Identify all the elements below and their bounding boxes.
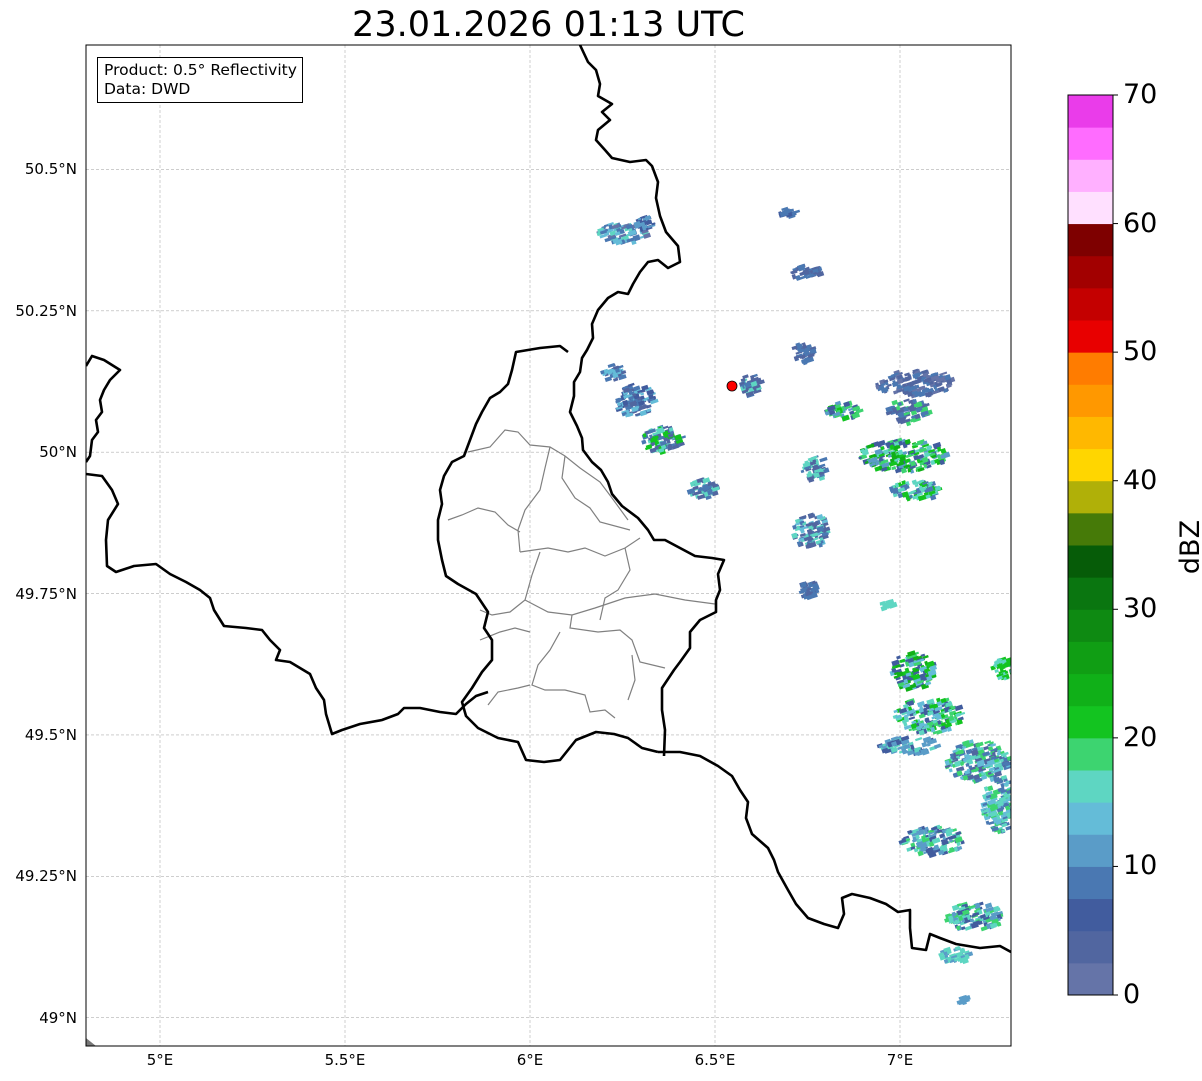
echo-cell [908, 716, 916, 721]
echo-cell [877, 439, 886, 447]
echo-cell [987, 821, 995, 826]
echo-cell [866, 443, 875, 450]
echo-cell [1010, 806, 1011, 812]
colorbar-swatch [1068, 834, 1113, 867]
lat-tick-label: 49.25°N [15, 867, 77, 886]
product-label: Product: 0.5° Reflectivity [104, 61, 297, 79]
colorbar-swatch [1068, 962, 1113, 996]
echo-cell [948, 768, 953, 773]
colorbar-swatch [1068, 641, 1113, 675]
colorbar-swatch [1068, 802, 1113, 835]
data-source-label: Data: DWD [104, 80, 191, 98]
colorbar-swatch [1068, 705, 1113, 739]
echo-cell [983, 745, 989, 751]
radar-site-marker [726, 380, 738, 392]
colorbar-swatch [1068, 770, 1113, 803]
colorbar-swatch [1068, 898, 1113, 932]
colorbar-swatch [1068, 352, 1113, 385]
colorbar-swatch [1068, 416, 1113, 450]
echo-cell [1005, 825, 1011, 831]
lat-tick-label: 49.75°N [15, 584, 77, 603]
echo-cell [807, 512, 815, 519]
info-box: Product: 0.5° Reflectivity Data: DWD [97, 57, 303, 103]
lat-tick-label: 50.5°N [24, 160, 77, 179]
colorbar-swatch [1068, 545, 1113, 578]
echo-cell [899, 658, 906, 664]
colorbar-swatch [1068, 95, 1113, 128]
colorbar-swatch [1068, 737, 1113, 771]
echo-cell [603, 224, 609, 228]
colorbar-swatch [1068, 191, 1113, 225]
colorbar-tick-label: 40 [1123, 464, 1158, 496]
country-borders [86, 45, 1011, 954]
echo-cell [662, 425, 669, 430]
colorbar-swatch [1068, 159, 1113, 192]
colorbar-unit-label: dBZ [1175, 519, 1202, 575]
echo-cell [954, 704, 964, 712]
colorbar [1067, 94, 1118, 996]
colorbar-tick-label: 60 [1123, 207, 1158, 239]
coast-fragment [86, 1038, 96, 1046]
radar-echoes [596, 206, 1017, 1006]
echo-cell [1011, 808, 1017, 812]
echo-cell [980, 925, 988, 932]
echo-cell [908, 728, 913, 732]
echo-cell [918, 713, 925, 719]
echo-cell [914, 736, 923, 742]
colorbar-swatch [1068, 320, 1113, 353]
colorbar-swatch [1068, 480, 1113, 514]
colorbar-swatch [1068, 609, 1113, 642]
echo-cell [893, 709, 898, 714]
colorbar-swatch [1068, 127, 1113, 160]
colorbar-swatch [1068, 384, 1113, 417]
echo-cell [742, 374, 749, 380]
echo-cell [896, 655, 901, 660]
lon-tick-label: 5°E [146, 1051, 174, 1069]
echo-cell [800, 469, 805, 474]
colorbar-swatch [1068, 448, 1113, 482]
radar-map [85, 44, 1118, 1047]
echo-cell [933, 743, 942, 749]
lon-tick-label: 6°E [516, 1051, 544, 1069]
colorbar-swatch [1068, 223, 1113, 257]
colorbar-tick-label: 30 [1123, 593, 1158, 625]
colorbar-tick-label: 10 [1123, 850, 1158, 882]
admin-borders [447, 429, 716, 719]
echo-cell [955, 831, 962, 836]
colorbar-swatch [1068, 512, 1113, 546]
echo-cell [820, 464, 825, 468]
echo-cell [819, 456, 828, 463]
echo-cell [994, 669, 999, 674]
colorbar-tick-label: 70 [1123, 79, 1158, 110]
lon-tick-label: 5.5°E [324, 1051, 366, 1069]
colorbar-tick-label: 0 [1123, 979, 1141, 1010]
lon-tick-label: 6.5°E [694, 1051, 736, 1069]
map-frame [85, 44, 1012, 1047]
graticule [86, 45, 1011, 1046]
lat-tick-label: 49°N [39, 1008, 77, 1027]
colorbar-swatch [1068, 866, 1113, 900]
lat-tick-label: 50°N [39, 443, 77, 462]
echo-cell [641, 439, 647, 445]
colorbar-swatch [1068, 930, 1113, 964]
lon-tick-label: 7°E [886, 1051, 914, 1069]
colorbar-swatch [1068, 673, 1113, 707]
colorbar-swatch [1068, 577, 1113, 610]
echo-cell [1006, 755, 1011, 761]
colorbar-tick-label: 20 [1123, 721, 1158, 753]
colorbar-tick-label: 50 [1123, 336, 1158, 368]
colorbar-swatch [1068, 287, 1113, 321]
colorbar-swatch [1068, 255, 1113, 289]
lat-tick-label: 50.25°N [15, 301, 77, 320]
lat-tick-label: 49.5°N [24, 725, 77, 744]
